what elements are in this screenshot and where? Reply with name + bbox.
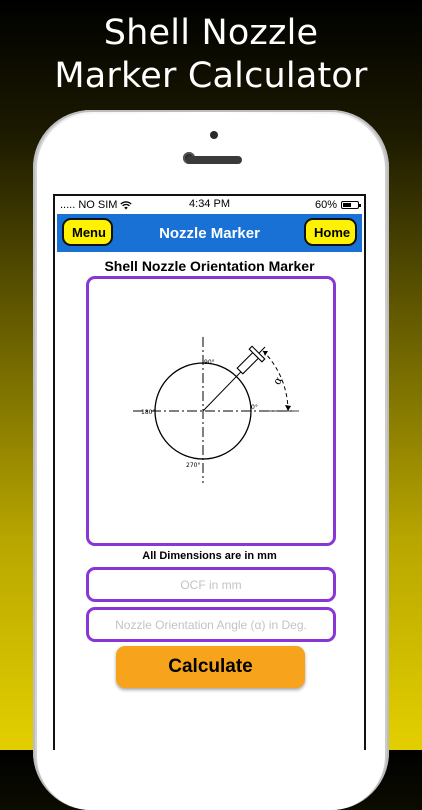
nav-title: Nozzle Marker <box>159 224 260 242</box>
label-0: 0° <box>251 404 258 411</box>
page-title: Shell Nozzle Orientation Marker <box>104 258 315 274</box>
calculate-button[interactable]: Calculate <box>116 646 305 688</box>
nozzle-angle-input[interactable] <box>89 616 333 633</box>
proximity-sensor <box>210 131 218 139</box>
arc-arrow-bottom <box>285 405 291 411</box>
ocf-input[interactable] <box>89 576 333 593</box>
battery-icon <box>341 201 361 209</box>
promo-title: Shell Nozzle Marker Calculator <box>0 12 422 98</box>
nozzle-diagram-panel: 90° 180° 0° 270° α <box>86 276 336 546</box>
ocf-field-container <box>86 567 336 602</box>
arc-arrow-top <box>263 351 268 356</box>
dimensions-note: All Dimensions are in mm <box>142 550 277 562</box>
label-alpha: α <box>270 374 285 387</box>
label-180: 180° <box>141 409 155 416</box>
angle-field-container <box>86 607 336 642</box>
battery-fill <box>343 203 352 207</box>
label-270: 270° <box>186 462 200 469</box>
menu-button[interactable]: Menu <box>62 218 113 246</box>
status-time: 4:34 PM <box>189 198 230 210</box>
nozzle-orientation-diagram: 90° 180° 0° 270° α <box>133 337 299 483</box>
nozzle-icon <box>236 345 266 375</box>
earpiece-speaker <box>186 156 242 164</box>
app-screen: ..... NO SIM 4:34 PM 60% Menu Nozzle Mar… <box>53 194 366 750</box>
home-button[interactable]: Home <box>304 218 357 246</box>
label-90: 90° <box>204 359 215 366</box>
promo-title-line2: Marker Calculator <box>54 56 368 96</box>
promo-title-line1: Shell Nozzle <box>103 13 319 53</box>
navigation-bar: Menu Nozzle Marker Home <box>57 214 362 252</box>
status-bar: ..... NO SIM 4:34 PM 60% <box>55 196 364 214</box>
